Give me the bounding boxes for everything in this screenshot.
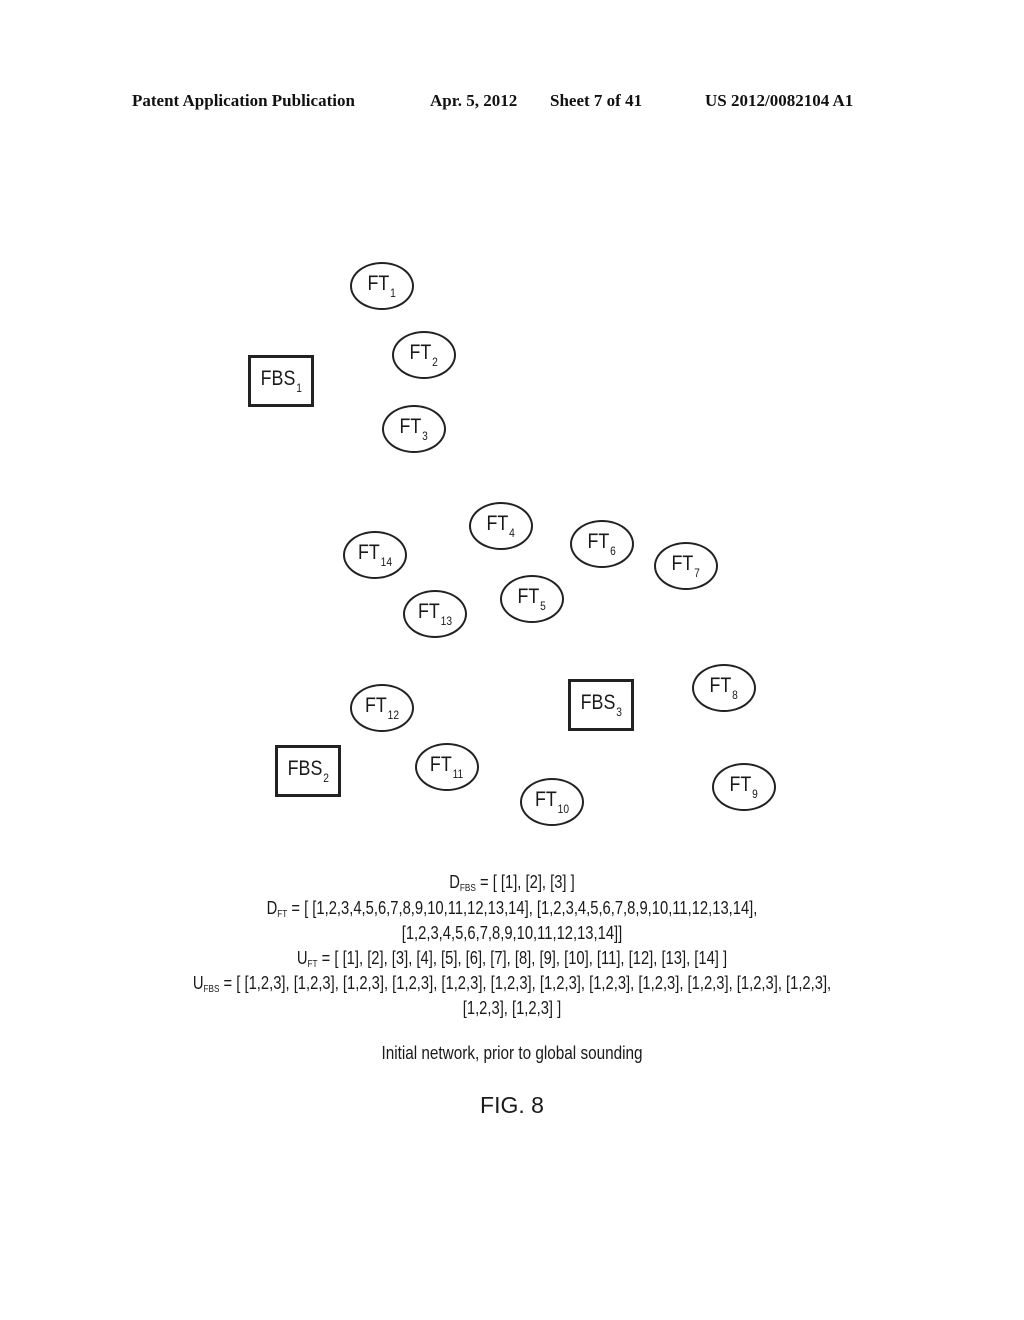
node-subscript: 6	[610, 544, 617, 558]
equation-u-fbs: UFBS = [ [1,2,3], [1,2,3], [1,2,3], [1,2…	[92, 973, 932, 995]
eq-var: D	[449, 872, 460, 892]
node-subscript: 9	[752, 787, 759, 801]
eq-sub: FBS	[459, 883, 476, 894]
node-label: FT	[409, 341, 432, 364]
node-label: FT	[517, 585, 540, 608]
node-subscript: 3	[422, 429, 429, 443]
eq-sub: FBS	[203, 984, 220, 995]
eq-text: [1,2,3], [1,2,3] ]	[462, 998, 562, 1018]
node-label: FT	[587, 530, 610, 553]
femto-terminal-10: FT10	[520, 778, 584, 826]
node-label: FBS	[260, 367, 296, 390]
femto-terminal-6: FT6	[570, 520, 634, 568]
node-label: FT	[364, 694, 387, 717]
eq-var: U	[296, 948, 308, 968]
node-label: FT	[486, 512, 509, 535]
node-subscript: 14	[380, 555, 392, 569]
node-subscript: 13	[440, 614, 452, 628]
node-subscript: 4	[509, 526, 516, 540]
femto-terminal-8: FT8	[692, 664, 756, 712]
eq-text: [1,2,3,4,5,6,7,8,9,10,11,12,13,14]]	[401, 923, 623, 943]
node-label: FT	[671, 552, 694, 575]
figure-caption: Initial network, prior to global soundin…	[381, 1043, 643, 1063]
eq-text: = [ [1,2,3,4,5,6,7,8,9,10,11,12,13,14], …	[287, 898, 758, 918]
equation-u-ft: UFT = [ [1], [2], [3], [4], [5], [6], [7…	[92, 948, 932, 970]
eq-sub: FT	[307, 959, 318, 970]
eq-text: = [ [1,2,3], [1,2,3], [1,2,3], [1,2,3], …	[219, 973, 832, 993]
node-label: FT	[709, 674, 732, 697]
femto-terminal-5: FT5	[500, 575, 564, 623]
node-subscript: 3	[615, 705, 622, 719]
eq-var: U	[192, 973, 204, 993]
node-subscript: 1	[390, 286, 397, 300]
eq-var: D	[266, 898, 278, 918]
figure-label: FIG. 8	[480, 1092, 544, 1118]
equation-d-ft-continued: [1,2,3,4,5,6,7,8,9,10,11,12,13,14]]	[92, 923, 932, 944]
sheet-number: Sheet 7 of 41	[550, 91, 643, 110]
node-subscript: 8	[732, 688, 739, 702]
node-subscript: 10	[557, 802, 569, 816]
femto-base-station-1: FBS1	[248, 355, 314, 407]
publication-date: Apr. 5, 2012	[430, 91, 518, 110]
node-subscript: 11	[453, 767, 464, 781]
node-subscript: 7	[694, 566, 701, 580]
node-subscript: 1	[295, 381, 302, 395]
femto-terminal-9: FT9	[712, 763, 776, 811]
equation-d-ft: DFT = [ [1,2,3,4,5,6,7,8,9,10,11,12,13,1…	[92, 898, 932, 920]
femto-terminal-1: FT1	[350, 262, 414, 310]
node-subscript: 12	[387, 708, 399, 722]
femto-terminal-14: FT14	[343, 531, 407, 579]
node-label: FT	[534, 788, 557, 811]
node-label: FT	[417, 600, 440, 623]
node-label: FT	[729, 773, 752, 796]
patent-number: US 2012/0082104 A1	[705, 91, 854, 110]
femto-base-station-2: FBS2	[275, 745, 341, 797]
node-subscript: 2	[322, 771, 329, 785]
node-label: FT	[357, 541, 380, 564]
node-label: FBS	[580, 691, 616, 714]
femto-terminal-11: FT11	[415, 743, 479, 791]
eq-sub: FT	[277, 909, 288, 920]
node-label: FBS	[287, 757, 323, 780]
equation-d-fbs: DFBS = [ [1], [2], [3] ]	[92, 872, 932, 894]
node-subscript: 2	[432, 355, 439, 369]
femto-base-station-3: FBS3	[568, 679, 634, 731]
node-label: FT	[430, 753, 453, 776]
femto-terminal-13: FT13	[403, 590, 467, 638]
publication-title: Patent Application Publication	[132, 91, 355, 110]
femto-terminal-12: FT12	[350, 684, 414, 732]
node-label: FT	[399, 415, 422, 438]
femto-terminal-7: FT7	[654, 542, 718, 590]
femto-terminal-2: FT2	[392, 331, 456, 379]
femto-terminal-4: FT4	[469, 502, 533, 550]
node-label: FT	[367, 272, 390, 295]
eq-text: = [ [1], [2], [3], [4], [5], [6], [7], […	[317, 948, 728, 968]
femto-terminal-3: FT3	[382, 405, 446, 453]
eq-text: = [ [1], [2], [3] ]	[475, 872, 575, 892]
node-subscript: 5	[540, 599, 547, 613]
equation-u-fbs-continued: [1,2,3], [1,2,3] ]	[92, 998, 932, 1019]
